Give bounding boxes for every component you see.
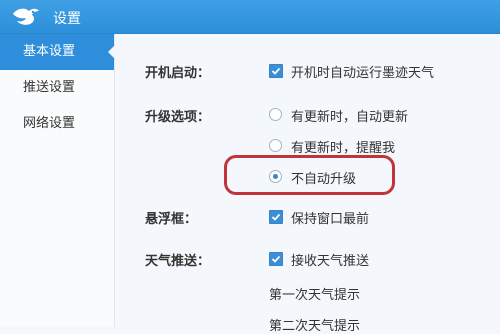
sidebar-item-basic-settings[interactable]: 基本设置 (0, 34, 115, 70)
startup-label: 开机启动： (145, 66, 211, 81)
weather-push-option-text: 接收天气推送 (291, 254, 370, 269)
floating-label: 悬浮框： (145, 212, 198, 227)
checkbox-checked-icon (269, 210, 283, 224)
sidebar-item-label: 推送设置 (23, 80, 76, 95)
second-weather-prompt: 第二次天气提示 (269, 319, 361, 334)
bird-logo-icon (13, 8, 39, 25)
sidebar-item-network-settings[interactable]: 网络设置 (0, 106, 114, 142)
radio-option-text: 有更新时，自动更新 (291, 110, 409, 125)
highlight-annotation (224, 155, 395, 195)
first-weather-prompt: 第一次天气提示 (269, 288, 361, 303)
radio-unselected-icon (269, 108, 282, 121)
window-title: 设置 (53, 11, 81, 27)
weather-push-label: 天气推送： (145, 254, 211, 269)
sidebar-item-label: 网络设置 (23, 116, 76, 131)
radio-unselected-icon (269, 139, 282, 152)
radio-option-text: 有更新时，提醒我 (291, 141, 396, 156)
sidebar: 基本设置 推送设置 网络设置 (0, 34, 115, 327)
sidebar-item-push-settings[interactable]: 推送设置 (0, 70, 114, 106)
checkbox-checked-icon (269, 64, 283, 78)
active-indicator-arrow (108, 45, 115, 59)
title-bar: 设置 (0, 0, 500, 34)
floating-option-text: 保持窗口最前 (291, 212, 370, 227)
upgrade-label: 升级选项： (145, 110, 211, 125)
checkbox-checked-icon (269, 252, 283, 266)
sidebar-item-label: 基本设置 (23, 44, 76, 59)
startup-option-text: 开机时自动运行墨迹天气 (291, 66, 435, 81)
